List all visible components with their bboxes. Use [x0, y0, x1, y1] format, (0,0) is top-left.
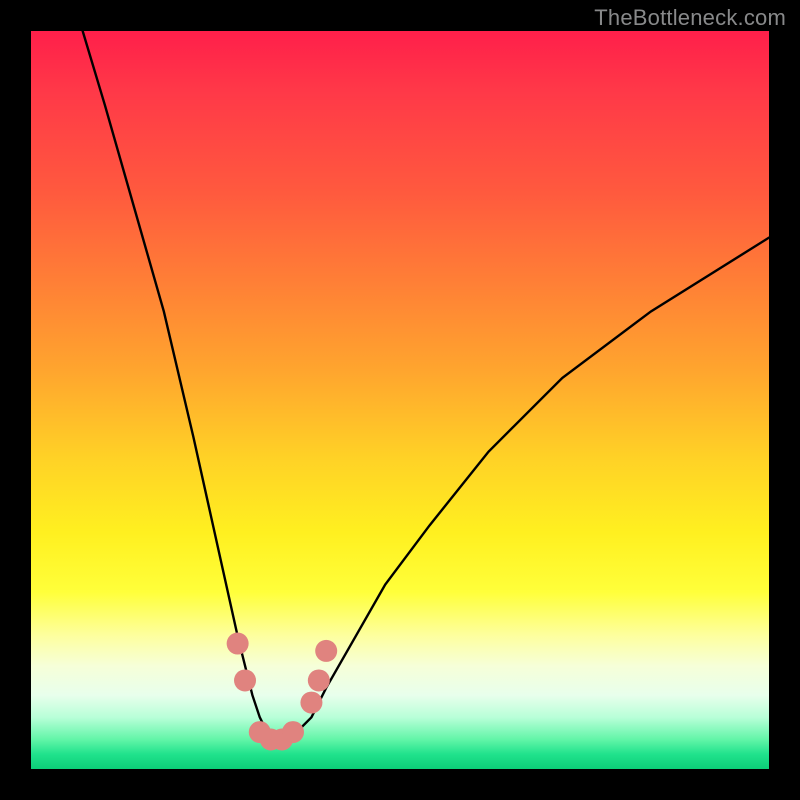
bottleneck-curve — [83, 31, 769, 739]
marker-cluster — [227, 633, 338, 751]
marker-point — [300, 692, 322, 714]
plot-area — [31, 31, 769, 769]
chart-frame: TheBottleneck.com — [0, 0, 800, 800]
marker-point — [282, 721, 304, 743]
marker-point — [308, 669, 330, 691]
watermark-text: TheBottleneck.com — [594, 5, 786, 31]
marker-point — [227, 633, 249, 655]
marker-point — [315, 640, 337, 662]
curve-layer — [31, 31, 769, 769]
marker-point — [234, 669, 256, 691]
